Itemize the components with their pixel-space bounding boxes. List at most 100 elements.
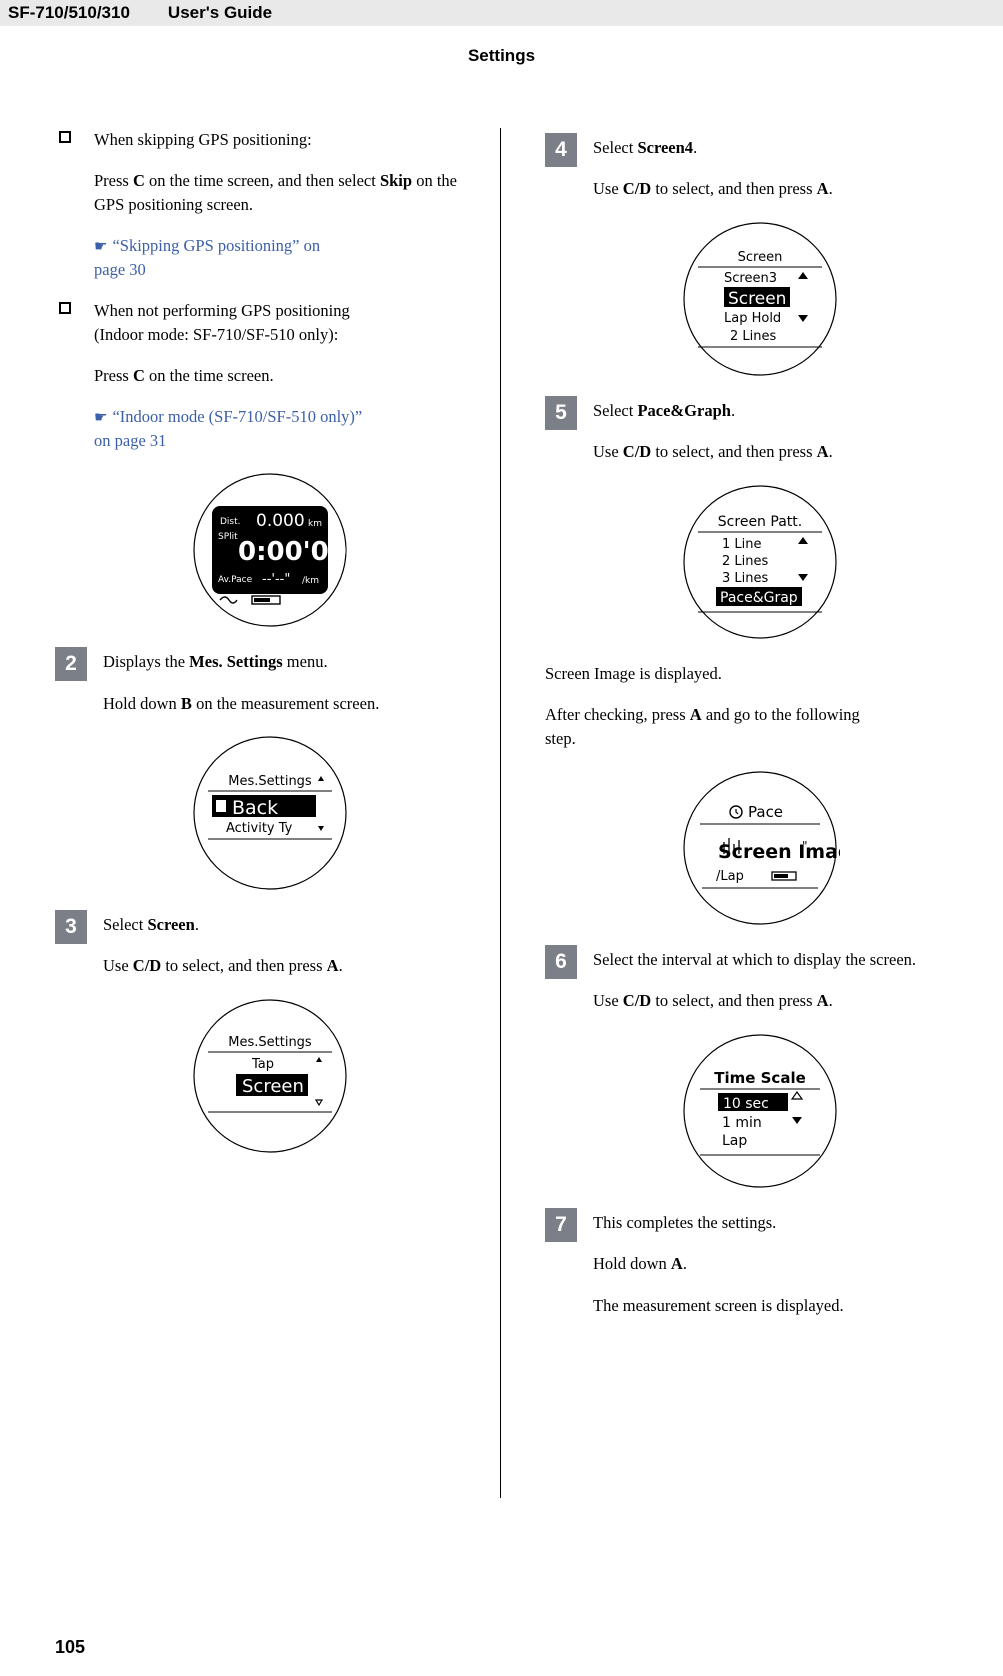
svg-text:/Lap: /Lap [716, 869, 744, 884]
bullet-item: When not performing GPS positioning (Indo… [55, 299, 485, 346]
step-5: 5 Select Pace&Graph. Use C/D to select, … [545, 395, 975, 464]
cross-reference-page[interactable]: page 30 [94, 260, 146, 279]
svg-text:10 sec: 10 sec [723, 1096, 769, 1112]
bullet-square-icon [59, 131, 71, 143]
menu-screen4: Screen4 [637, 138, 694, 157]
watch-illustration-time-scale: Time Scale 10 sec 1 min Lap [680, 1031, 840, 1191]
svg-text:Lap Hold: Lap Hold [724, 311, 781, 326]
svg-text:Screen Image: Screen Image [718, 841, 840, 863]
step-number-badge: 3 [55, 910, 87, 945]
step-number-badge: 7 [545, 1207, 577, 1242]
key-a: A [816, 179, 829, 199]
step-text: Select Pace&Graph. [593, 400, 736, 420]
step-text: Use C/D to select, and then press A. [103, 956, 343, 976]
step-text: Displays the Mes. Settings menu. [103, 652, 328, 672]
menu-mes-settings: Mes. Settings [189, 652, 283, 672]
step-7: 7 This completes the settings. Hold down… [545, 1207, 975, 1317]
svg-text:--'--": --'--" [262, 572, 290, 587]
svg-text:Back: Back [232, 797, 278, 819]
key-b: B [180, 693, 192, 713]
svg-text:Time Scale: Time Scale [714, 1069, 806, 1087]
svg-text:Lap: Lap [722, 1133, 747, 1149]
svg-text:Tap: Tap [251, 1057, 274, 1072]
svg-text:2 Lines: 2 Lines [722, 554, 768, 569]
svg-text:": " [802, 839, 808, 853]
watch-illustration-screen-image: Pace Screen Image " /Lap [680, 768, 840, 928]
cross-reference-link[interactable]: “Skipping GPS positioning” on [112, 236, 320, 255]
svg-text:/km: /km [302, 576, 319, 586]
svg-text:Dist.: Dist. [220, 517, 241, 527]
svg-text:Screen: Screen [738, 250, 783, 265]
watch-illustration-measurement: Dist. 0.000 km SPlit 0:00'00" Av.Pace --… [190, 470, 350, 630]
menu-screen: Screen [147, 915, 195, 935]
cross-reference-page[interactable]: on page 31 [94, 431, 166, 450]
key-a: A [326, 956, 339, 976]
watch-illustration-mes-settings: Mes.Settings Back Activity Ty [190, 733, 350, 893]
step-number-badge: 6 [545, 944, 577, 979]
chapter-title: Settings [467, 46, 536, 65]
pointer-hand-icon: ☛ [94, 408, 108, 427]
step-text: This completes the settings. [593, 1212, 777, 1232]
bullet-body: Press C on the time screen. [94, 365, 274, 385]
svg-text:Screen Patt.: Screen Patt. [718, 514, 802, 530]
bullet-square-icon [59, 302, 71, 315]
svg-text:Mes.Settings: Mes.Settings [228, 774, 312, 789]
svg-text:1 Line: 1 Line [722, 537, 762, 552]
svg-text:Screen: Screen [242, 1076, 304, 1097]
svg-text:Av.Pace: Av.Pace [218, 575, 253, 585]
header-guide-title: User's Guide [167, 3, 273, 22]
bullet-body: Press C on the time screen, and then sel… [94, 171, 457, 214]
svg-text:2 Lines: 2 Lines [730, 329, 776, 344]
svg-text:Activity Ty: Activity Ty [226, 821, 293, 836]
key-a: A [689, 705, 702, 725]
watch-illustration-screen-select: Mes.Settings Tap Screen [190, 996, 350, 1156]
step-2: 2 Displays the Mes. Settings menu. Hold … [55, 647, 485, 715]
step-text: Select Screen4. [593, 138, 698, 157]
key-cd: C/D [132, 956, 162, 976]
svg-text:Mes.Settings: Mes.Settings [228, 1035, 312, 1050]
step-6: 6 Select the interval at which to displa… [545, 944, 975, 1013]
left-column: When skipping GPS positioning: Press C o… [55, 128, 485, 1176]
cross-reference[interactable]: ☛ “Indoor mode (SF-710/SF-510 only)” on p… [55, 405, 485, 452]
step-text: Hold down B on the measurement screen. [103, 693, 380, 713]
menu-pace-graph: Pace&Graph [637, 400, 731, 420]
key-a: A [670, 1254, 683, 1274]
svg-text:SPlit: SPlit [218, 532, 238, 542]
cross-reference[interactable]: ☛ “Skipping GPS positioning” on page 30 [55, 234, 485, 281]
svg-text:3 Lines: 3 Lines [722, 571, 768, 586]
key-cd: C/D [622, 442, 652, 462]
step-note: After checking, press A and go to the fo… [545, 705, 860, 748]
bullet-title: When not performing GPS positioning (Indo… [94, 301, 350, 344]
svg-text:1 min: 1 min [722, 1115, 762, 1131]
bullet-item: When skipping GPS positioning: [55, 128, 485, 151]
step-number-badge: 2 [55, 647, 87, 682]
svg-text:Pace: Pace [748, 803, 783, 821]
step-text: Use C/D to select, and then press A. [593, 179, 833, 199]
svg-text:0:00'00": 0:00'00" [238, 537, 350, 567]
step-number-badge: 5 [545, 395, 577, 430]
page-number: 105 [55, 1637, 86, 1657]
step-text: Select the interval at which to display … [593, 949, 917, 969]
key-c: C [132, 171, 145, 191]
step-text: Use C/D to select, and then press A. [593, 991, 833, 1011]
svg-text:km: km [308, 519, 322, 529]
step-number-badge: 4 [545, 133, 577, 167]
svg-text:Pace&Grap: Pace&Grap [720, 590, 798, 606]
step-3: 3 Select Screen. Use C/D to select, and … [55, 910, 485, 978]
svg-text:Screen: Screen [728, 289, 786, 309]
step-note: Screen Image is displayed. [545, 663, 722, 683]
cross-reference-link[interactable]: “Indoor mode (SF-710/SF-510 only)” [112, 407, 362, 426]
key-c: C [132, 365, 145, 385]
header-model: SF-710/510/310 [8, 3, 130, 22]
menu-skip: Skip [379, 171, 413, 191]
key-cd: C/D [622, 991, 652, 1011]
svg-text:0.000: 0.000 [256, 511, 305, 531]
svg-text:Screen3: Screen3 [724, 271, 777, 286]
step-4: 4 Select Screen4. Use C/D to select, and… [545, 133, 975, 201]
step-text: Hold down A. [593, 1254, 687, 1274]
column-divider [500, 128, 501, 1498]
watch-illustration-screen-patt: Screen Patt. 1 Line 2 Lines 3 Lines Pace… [680, 482, 840, 642]
step-text: Select Screen. [103, 915, 199, 935]
watch-illustration-screen4: Screen Screen3 Screen Lap Hold 2 Lines [680, 219, 840, 379]
step-text: Use C/D to select, and then press A. [593, 442, 833, 462]
